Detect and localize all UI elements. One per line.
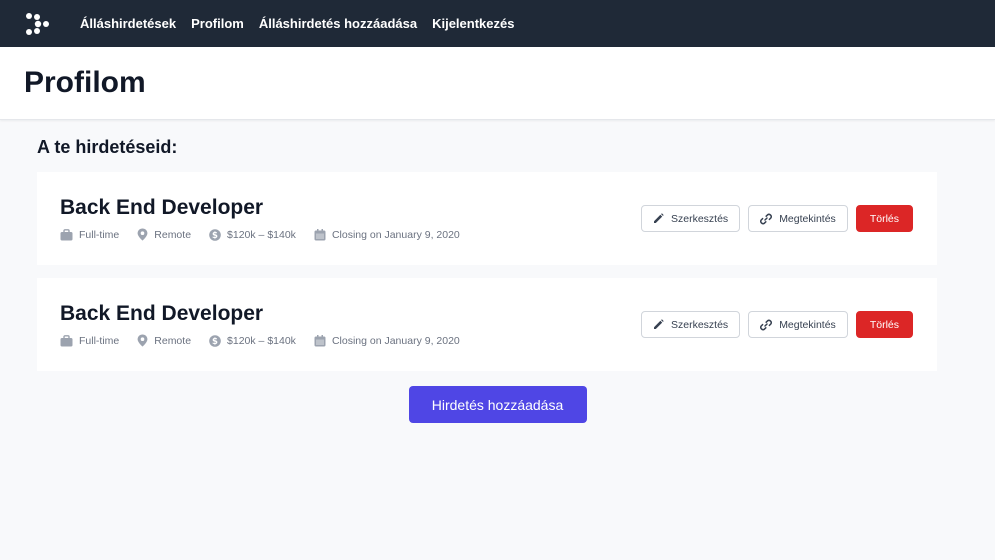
edit-button[interactable]: Szerkesztés <box>641 205 741 232</box>
link-icon <box>760 213 773 224</box>
job-closing-label: Closing on January 9, 2020 <box>331 228 460 241</box>
job-info: Back End Developer Full-time Remote $ $1… <box>60 196 478 241</box>
dollar-icon: $ <box>209 334 221 347</box>
nav-item-logout[interactable]: Kijelentkezés <box>432 16 514 31</box>
job-location-label: Remote <box>154 334 192 347</box>
job-card: Back End Developer Full-time Remote $ $1… <box>37 278 937 371</box>
calendar-icon <box>314 334 326 346</box>
delete-button[interactable]: Törlés <box>855 205 913 232</box>
link-icon <box>760 319 773 330</box>
job-salary-label: $120k – $140k <box>227 334 296 347</box>
location-pin-icon <box>137 334 148 347</box>
pencil-icon <box>654 319 664 329</box>
edit-button-label: Szerkesztés <box>671 318 729 331</box>
delete-button[interactable]: Törlés <box>855 311 913 338</box>
page-header: Profilom <box>0 47 995 120</box>
job-title: Back End Developer <box>60 196 264 219</box>
job-location-label: Remote <box>154 228 192 241</box>
job-closing: Closing on January 9, 2020 <box>314 334 460 347</box>
location-pin-icon <box>137 228 148 241</box>
job-closing-label: Closing on January 9, 2020 <box>331 334 460 347</box>
job-type-label: Full-time <box>79 228 120 241</box>
job-salary: $ $120k – $140k <box>209 229 296 241</box>
job-type-label: Full-time <box>79 334 120 347</box>
job-closing: Closing on January 9, 2020 <box>314 228 460 241</box>
top-navbar: Álláshirdetések Profilom Álláshirdetés h… <box>0 0 995 47</box>
edit-button[interactable]: Szerkesztés <box>641 311 741 338</box>
nav-item-job-listings[interactable]: Álláshirdetések <box>80 16 176 31</box>
svg-text:$: $ <box>212 231 218 241</box>
nav-item-add-job[interactable]: Álláshirdetés hozzáadása <box>259 16 417 31</box>
job-type: Full-time <box>60 229 119 241</box>
job-meta: Full-time Remote $ $120k – $140k Closing… <box>60 334 478 347</box>
job-info: Back End Developer Full-time Remote $ $1… <box>60 302 478 347</box>
add-job-button[interactable]: Hirdetés hozzáadása <box>408 386 587 423</box>
job-type: Full-time <box>60 335 119 347</box>
job-actions: Szerkesztés Megtekintés Törlés <box>633 311 913 338</box>
briefcase-icon <box>60 228 73 240</box>
briefcase-icon <box>60 334 73 346</box>
job-title: Back End Developer <box>60 302 264 325</box>
logo-icon[interactable] <box>24 11 50 37</box>
job-list: Back End Developer Full-time Remote $ $1… <box>37 172 937 371</box>
job-location: Remote <box>137 334 191 347</box>
view-button-label: Megtekintés <box>779 318 836 331</box>
job-salary: $ $120k – $140k <box>209 335 296 347</box>
calendar-icon <box>314 228 326 240</box>
view-button-label: Megtekintés <box>779 212 836 225</box>
dollar-icon: $ <box>209 228 221 241</box>
edit-button-label: Szerkesztés <box>671 212 729 225</box>
job-card: Back End Developer Full-time Remote $ $1… <box>37 172 937 265</box>
nav-item-profile[interactable]: Profilom <box>191 16 244 31</box>
section-heading: A te hirdetéseid: <box>37 137 178 157</box>
pencil-icon <box>654 213 664 223</box>
view-button[interactable]: Megtekintés <box>748 205 848 232</box>
svg-text:$: $ <box>212 337 218 347</box>
page-title: Profilom <box>24 66 146 99</box>
job-actions: Szerkesztés Megtekintés Törlés <box>633 205 913 232</box>
job-salary-label: $120k – $140k <box>227 228 296 241</box>
nav-links: Álláshirdetések Profilom Álláshirdetés h… <box>80 16 529 31</box>
job-meta: Full-time Remote $ $120k – $140k Closing… <box>60 228 478 241</box>
job-location: Remote <box>137 228 191 241</box>
add-button-wrapper: Hirdetés hozzáadása <box>0 386 995 423</box>
view-button[interactable]: Megtekintés <box>748 311 848 338</box>
